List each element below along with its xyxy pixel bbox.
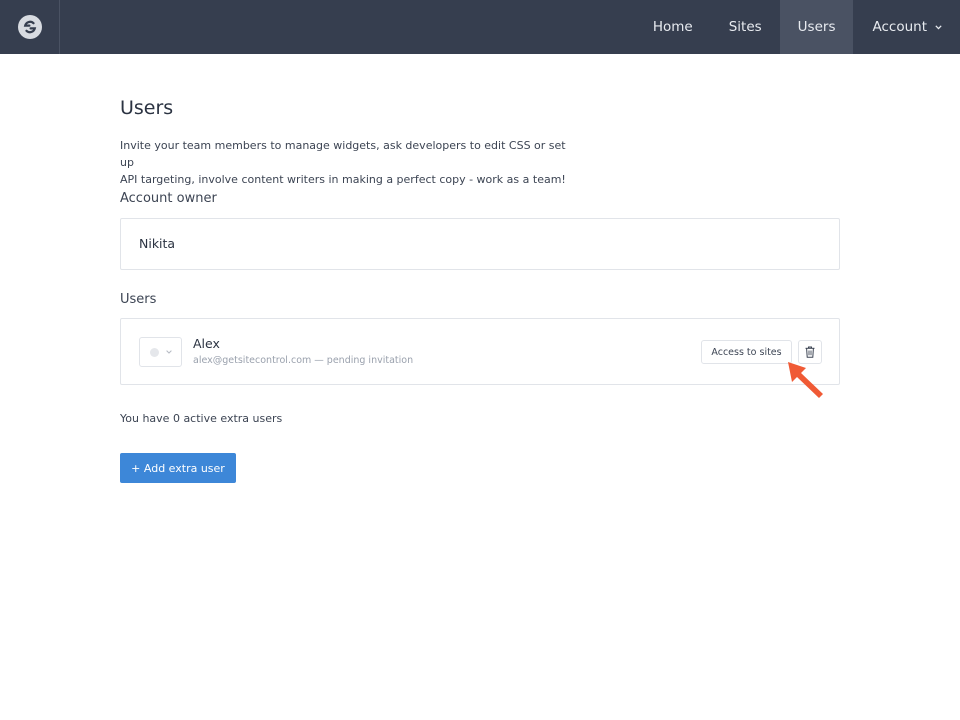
top-navigation-bar: Home Sites Users Account <box>0 0 960 54</box>
trash-icon <box>805 346 815 358</box>
nav-account-label: Account <box>872 19 927 35</box>
user-row: Alex alex@getsitecontrol.com — pending i… <box>120 318 840 385</box>
intro-text: Invite your team members to manage widge… <box>120 137 580 188</box>
active-users-count-text: You have 0 active extra users <box>120 412 283 425</box>
chevron-down-icon <box>935 24 942 30</box>
nav-home[interactable]: Home <box>635 0 711 54</box>
account-owner-card: Nikita <box>120 218 840 270</box>
color-dot-icon <box>149 347 159 357</box>
account-owner-heading: Account owner <box>120 191 217 206</box>
nav-sites[interactable]: Sites <box>711 0 780 54</box>
user-color-select[interactable] <box>139 337 182 367</box>
access-to-sites-button[interactable]: Access to sites <box>701 340 792 364</box>
nav-home-label: Home <box>652 19 693 35</box>
add-extra-user-button[interactable]: + Add extra user <box>120 453 236 483</box>
main-nav: Home Sites Users Account <box>635 0 960 54</box>
user-email-status: alex@getsitecontrol.com — pending invita… <box>193 355 414 366</box>
nav-sites-label: Sites <box>728 19 762 35</box>
intro-line-1: Invite your team members to manage widge… <box>120 139 566 169</box>
user-name: Alex <box>193 336 220 351</box>
nav-users[interactable]: Users <box>779 0 854 54</box>
logo-link[interactable] <box>0 0 60 54</box>
brand-logo-icon <box>17 15 42 39</box>
nav-users-label: Users <box>797 19 836 35</box>
page-title: Users <box>120 97 174 119</box>
annotation-arrow-icon <box>786 360 826 400</box>
users-heading: Users <box>120 292 157 307</box>
owner-name: Nikita <box>139 236 176 251</box>
chevron-down-icon <box>165 350 172 354</box>
nav-account-dropdown[interactable]: Account <box>853 0 960 54</box>
intro-line-2: API targeting, involve content writers i… <box>120 173 566 186</box>
